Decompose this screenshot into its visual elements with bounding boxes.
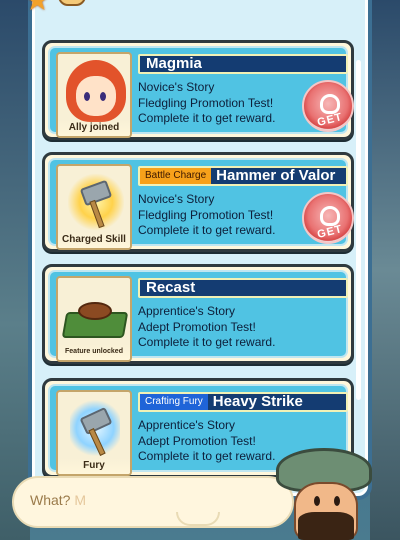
quest-name-text: Magmia <box>146 55 202 72</box>
quest-description: Apprentice's Story Adept Promotion Test!… <box>138 304 308 351</box>
hammer-star-icon: Charged Skill <box>56 164 132 250</box>
background-scenery-left <box>0 0 30 540</box>
quest-name: Recast <box>138 278 348 298</box>
card-body: Feature unlocked Recast Apprentice's Sto… <box>48 270 348 362</box>
chat-typed-text: M <box>74 492 87 508</box>
get-reward-button[interactable]: GET <box>302 80 354 132</box>
quest-description: Novice's Story Fledgling Promotion Test!… <box>138 192 308 239</box>
story-text: Novice's Story <box>138 192 215 206</box>
quest-name: Crafting Fury Heavy Strike <box>138 392 348 412</box>
scroll-icon <box>58 0 86 6</box>
get-reward-button[interactable]: GET <box>302 192 354 244</box>
panel-top-icons: ★ <box>24 0 94 17</box>
scrollbar[interactable] <box>356 60 361 400</box>
test-text: Adept Promotion Test! <box>138 319 256 334</box>
quest-tag: Crafting Fury <box>140 394 208 410</box>
chat-bubble[interactable]: What? M <box>12 476 294 528</box>
quest-name: Magmia <box>138 54 348 74</box>
hammer-orb-icon: Fury <box>56 390 132 476</box>
red-haired-girl-portrait-icon: Ally joined <box>56 52 132 138</box>
quest-name: Battle Charge Hammer of Valor <box>138 166 348 186</box>
story-text: Novice's Story <box>138 80 215 94</box>
quest-card-recast[interactable]: Feature unlocked Recast Apprentice's Sto… <box>42 264 354 364</box>
star-icon: ★ <box>24 0 51 17</box>
test-text: Fledgling Promotion Test! <box>138 207 274 222</box>
chat-prompt: What? <box>30 492 71 508</box>
story-text: Apprentice's Story <box>138 418 236 432</box>
quest-name-text: Recast <box>146 279 196 296</box>
portrait-caption: Ally joined <box>58 120 130 136</box>
story-text: Apprentice's Story <box>138 304 236 318</box>
reward-text: Complete it to get reward. <box>138 111 276 125</box>
card-body: Ally joined Magmia Novice's Story Fledgl… <box>48 46 354 138</box>
quest-description: Novice's Story Fledgling Promotion Test!… <box>138 80 308 127</box>
quest-card-magmia[interactable]: Ally joined Magmia Novice's Story Fledgl… <box>42 40 354 140</box>
chat-text: What? M <box>30 492 86 508</box>
card-body: Charged Skill Battle Charge Hammer of Val… <box>48 158 354 250</box>
reward-text: Complete it to get reward. <box>138 223 276 237</box>
anvil-forge-icon: Feature unlocked <box>56 276 132 362</box>
portrait-caption: Fury <box>58 458 130 474</box>
reward-text: Complete it to get reward. <box>138 335 276 349</box>
quest-name-text: Heavy Strike <box>212 393 303 410</box>
portrait-caption: Feature unlocked <box>58 344 130 360</box>
npc-beard <box>298 512 354 540</box>
npc-character-avatar[interactable] <box>276 448 380 540</box>
portrait-caption: Charged Skill <box>58 232 130 248</box>
test-text: Adept Promotion Test! <box>138 433 256 448</box>
quest-name-text: Hammer of Valor <box>216 167 336 184</box>
quest-tag: Battle Charge <box>140 168 212 184</box>
quest-card-hammer-of-valor[interactable]: Charged Skill Battle Charge Hammer of Val… <box>42 152 354 252</box>
test-text: Fledgling Promotion Test! <box>138 95 274 110</box>
